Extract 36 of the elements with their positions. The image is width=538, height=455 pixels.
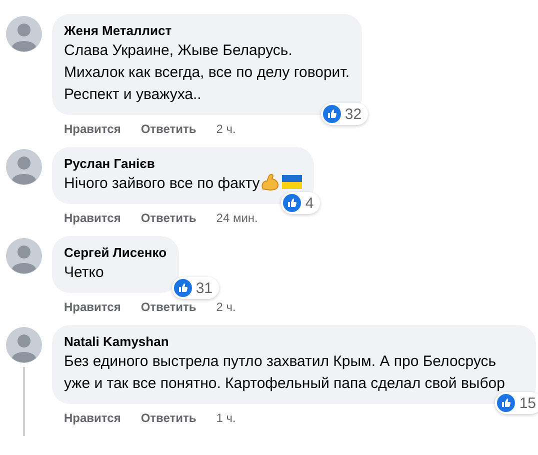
thread-line — [23, 367, 25, 436]
action-link[interactable]: Нравится — [64, 210, 121, 226]
flag-icon — [282, 174, 302, 190]
action-link[interactable]: Нравится — [64, 121, 121, 137]
avatar-icon — [6, 149, 42, 185]
author-name[interactable]: Сергей Лисенко — [64, 244, 167, 262]
timestamp[interactable]: 2 ч. — [216, 121, 236, 137]
comment-text: Без единого выстрела путло захватил Крым. А про Белосрусь уже и так все понятно. Картофельный папа сделал свой выбор — [64, 352, 506, 394]
action-link[interactable]: Ответить — [140, 410, 196, 426]
author-name[interactable]: Женя Металлист — [64, 22, 350, 40]
avatar-icon — [6, 16, 42, 52]
comment-text: Слава Украине, Жыве Беларусь. — [64, 41, 294, 61]
comment-text: Четко — [64, 263, 105, 283]
author-name[interactable]: Natali Kamyshan — [64, 333, 524, 351]
action-link[interactable]: Ответить — [140, 121, 196, 137]
reaction-count[interactable]: 32 — [320, 103, 368, 125]
timestamp[interactable]: 2 ч. — [216, 299, 236, 315]
reaction-count[interactable]: 31 — [172, 277, 219, 299]
action-link[interactable]: Ответить — [140, 299, 196, 315]
comment-text: Нічого зайвого все по факту — [64, 173, 302, 195]
thumbs-up-icon — [497, 394, 516, 412]
comment-text: Михалок как всегда, все по делу говорит. — [64, 63, 350, 83]
action-link[interactable]: Ответить — [140, 210, 196, 226]
reaction-count[interactable]: 15 — [495, 392, 538, 414]
thumbs-up-icon — [283, 194, 302, 212]
avatar-icon — [6, 238, 42, 274]
timestamp[interactable]: 1 ч. — [216, 410, 236, 426]
comment-text: Респект и уважуха.. — [64, 85, 202, 105]
action-link[interactable]: Нравится — [64, 299, 121, 315]
action-link[interactable]: Нравится — [64, 410, 121, 426]
timestamp[interactable]: 24 мин. — [216, 210, 258, 226]
reaction-count[interactable]: 4 — [281, 192, 320, 214]
avatar-icon — [6, 327, 42, 363]
thumbs-up-icon — [174, 279, 192, 297]
thumbs-up-icon — [322, 105, 341, 123]
author-name[interactable]: Руслан Ганієв — [64, 155, 302, 173]
